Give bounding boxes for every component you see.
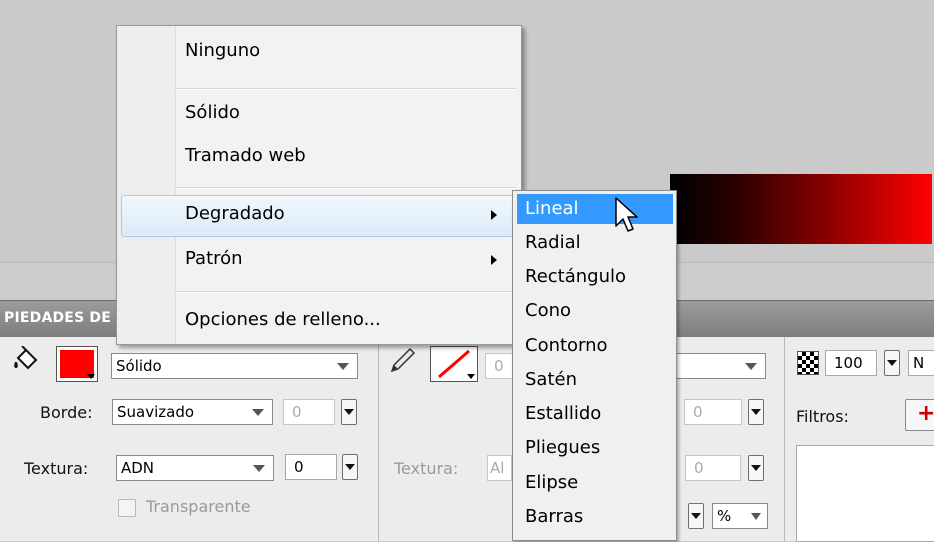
stroke-texture-stepper[interactable] [748, 455, 764, 481]
stroke-texture-label: Textura: [394, 459, 459, 478]
menu-item-solido[interactable]: Sólido [185, 102, 240, 123]
plus-icon: + [917, 401, 934, 426]
edge-dropdown[interactable]: Suavizado [112, 399, 273, 425]
panel-title: PIEDADES DE [4, 310, 112, 326]
texture-label: Textura: [24, 459, 89, 478]
submenu-item-elipse[interactable]: Elipse [525, 472, 578, 493]
menu-separator [175, 291, 517, 293]
chevron-down-icon [253, 465, 265, 472]
edge-label: Borde: [40, 403, 93, 422]
submenu-item-rectangulo[interactable]: Rectángulo [525, 266, 626, 287]
submenu-item-contorno[interactable]: Contorno [525, 335, 608, 356]
opacity-stepper[interactable] [884, 350, 900, 376]
stroke-texture-dropdown: Al [487, 455, 512, 481]
submenu-item-cono[interactable]: Cono [525, 300, 571, 321]
stroke-texture-amount-field: 0 [685, 455, 741, 481]
chevron-down-icon [751, 513, 761, 520]
submenu-arrow-icon [491, 210, 497, 220]
edge-value: Suavizado [117, 403, 195, 421]
submenu-item-radial[interactable]: Radial [525, 232, 581, 253]
gradient-rectangle-object[interactable] [670, 174, 932, 244]
submenu-item-estallido[interactable]: Estallido [525, 403, 601, 424]
menu-item-highlight [121, 195, 517, 237]
menu-item-patron[interactable]: Patrón [185, 248, 243, 269]
fill-type-dropdown[interactable]: Sólido [111, 353, 358, 379]
filters-list[interactable] [796, 445, 934, 542]
paint-bucket-icon [14, 346, 38, 370]
edge-amount-field: 0 [283, 399, 335, 425]
stroke-extra-stepper[interactable] [688, 503, 704, 529]
menu-separator [175, 187, 517, 189]
menu-item-ninguno[interactable]: Ninguno [185, 40, 260, 61]
blend-mode-dropdown[interactable]: N [908, 350, 934, 376]
stroke-type-dropdown[interactable] [672, 353, 766, 379]
submenu-item-barras[interactable]: Barras [525, 506, 583, 527]
stroke-color-swatch[interactable] [430, 346, 478, 382]
menu-separator [175, 88, 517, 90]
transparent-label: Transparente [146, 497, 251, 516]
section-divider [784, 337, 785, 541]
filters-label: Filtros: [796, 407, 849, 426]
stroke-amount-stepper[interactable] [748, 399, 764, 425]
chevron-down-icon [252, 409, 264, 416]
menu-item-opciones-relleno[interactable]: Opciones de relleno... [185, 309, 381, 330]
chevron-down-icon [337, 363, 349, 370]
opacity-icon [797, 351, 819, 375]
properties-panel: Sólido Borde: Suavizado 0 Textura: ADN 0… [0, 337, 934, 542]
submenu-arrow-icon [491, 255, 497, 265]
mouse-cursor-icon [615, 197, 638, 232]
fill-type-value: Sólido [116, 357, 162, 375]
transparent-checkbox[interactable] [118, 499, 136, 517]
fill-category-menu: Ninguno Sólido Tramado web Degradado Pat… [116, 25, 522, 345]
texture-value: ADN [121, 459, 155, 477]
menu-icon-gutter [117, 26, 176, 344]
texture-amount-field[interactable]: 0 [285, 454, 337, 480]
section-divider [378, 337, 379, 541]
edge-amount-stepper[interactable] [341, 399, 357, 425]
add-filter-button[interactable]: + [905, 399, 934, 431]
opacity-field[interactable]: 100 [825, 350, 877, 376]
stroke-amount-field: 0 [684, 399, 742, 425]
pencil-icon [390, 347, 416, 373]
percent-dropdown[interactable]: % [712, 503, 768, 529]
menu-item-tramado-web[interactable]: Tramado web [185, 145, 306, 166]
texture-amount-stepper[interactable] [342, 454, 358, 480]
gradient-type-submenu: Lineal Radial Rectángulo Cono Contorno S… [512, 190, 677, 541]
menu-item-degradado[interactable]: Degradado [185, 203, 285, 224]
submenu-item-pliegues[interactable]: Pliegues [525, 437, 600, 458]
fill-color-swatch[interactable] [56, 346, 98, 382]
chevron-down-icon [745, 363, 757, 370]
texture-dropdown[interactable]: ADN [116, 455, 274, 481]
stroke-width-field: 0 [485, 353, 515, 379]
submenu-item-lineal[interactable]: Lineal [525, 198, 579, 219]
submenu-item-saten[interactable]: Satén [525, 369, 577, 390]
